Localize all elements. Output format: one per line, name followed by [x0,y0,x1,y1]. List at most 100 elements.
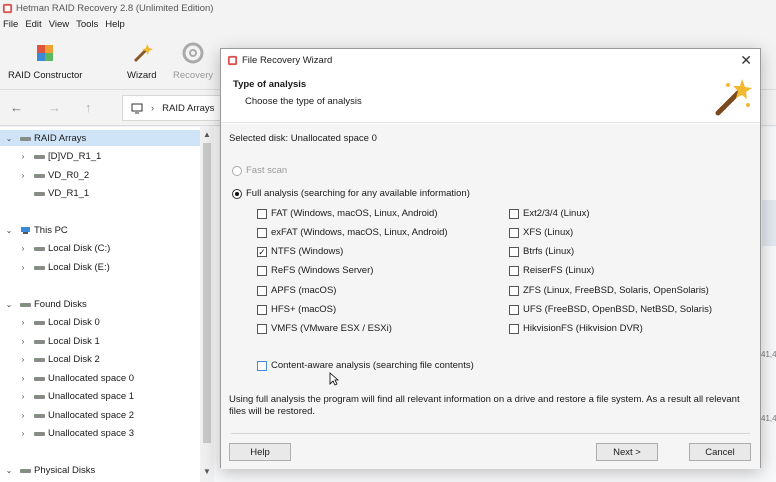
tree-item[interactable]: › Unallocated space 3 [0,425,200,441]
chevron-down-icon[interactable]: ⌄ [4,466,14,475]
wizard-button[interactable]: Wizard [127,42,157,81]
filesystem-label[interactable]: UFS (FreeBSD, OpenBSD, NetBSD, Solaris) [523,304,712,315]
drive-icon [34,339,45,344]
filesystem-checkbox[interactable]: ✓ [257,247,267,257]
raid-constructor-button[interactable]: RAID Constructor [8,42,82,81]
filesystem-checkbox[interactable] [509,324,519,334]
scroll-down-icon[interactable]: ▼ [201,467,213,476]
filesystem-label[interactable]: FAT (Windows, macOS, Linux, Android) [271,208,438,219]
full-analysis-radio[interactable] [232,189,242,199]
content-aware-label[interactable]: Content-aware analysis (searching file c… [271,360,474,371]
menu-view[interactable]: View [49,19,69,30]
chevron-right-icon[interactable]: › [18,171,28,180]
filesystem-checkbox[interactable] [257,324,267,334]
filesystem-checkbox[interactable] [257,286,267,296]
tree-item[interactable]: ⌄ RAID Arrays [0,130,200,146]
breadcrumb[interactable]: › RAID Arrays [122,95,232,121]
chevron-right-icon[interactable]: › [18,374,28,383]
tree-item[interactable]: ⌄ Found Disks [0,296,200,312]
tree-item[interactable]: › VD_R0_2 [0,167,200,183]
menu-tools[interactable]: Tools [76,19,98,30]
filesystem-checkbox[interactable] [257,209,267,219]
app-logo-icon [227,55,238,65]
recovery-button[interactable]: Recovery [173,42,213,81]
help-button[interactable]: Help [229,443,291,461]
filesystem-label[interactable]: HikvisionFS (Hikvision DVR) [523,323,643,334]
chevron-right-icon[interactable]: › [18,337,28,346]
close-icon[interactable]: ✕ [740,52,752,69]
chevron-down-icon[interactable]: ⌄ [4,134,14,143]
filesystem-label[interactable]: NTFS (Windows) [271,246,343,257]
filesystem-checkbox[interactable] [257,266,267,276]
filesystem-checkbox[interactable] [509,286,519,296]
disk-tree: ⌄ RAID Arrays › [D]VD_R1_1 › VD_R0_2 VD_R1_1 ⌄ T… [0,127,200,482]
tree-item[interactable]: › Unallocated space 0 [0,370,200,386]
tree-item[interactable]: › Unallocated space 2 [0,407,200,423]
drive-icon [34,431,45,436]
chevron-right-icon[interactable]: › [18,263,28,272]
menu-edit[interactable]: Edit [25,19,41,30]
tree-item[interactable]: › Local Disk (E:) [0,259,200,275]
tree-item[interactable]: › Local Disk 2 [0,351,200,367]
chevron-down-icon[interactable]: ⌄ [4,300,14,309]
breadcrumb-item[interactable]: RAID Arrays [162,103,214,114]
filesystem-checkbox[interactable] [257,228,267,238]
chevron-right-icon[interactable]: › [18,244,28,253]
filesystem-checkbox[interactable] [509,266,519,276]
dialog-body: Selected disk: Unallocated space 0 Fast … [221,124,760,429]
drive-icon [34,191,45,196]
cancel-button[interactable]: Cancel [689,443,751,461]
chevron-right-icon[interactable]: › [18,429,28,438]
chevron-right-icon[interactable]: › [18,411,28,420]
filesystem-label[interactable]: ZFS (Linux, FreeBSD, Solaris, OpenSolari… [523,285,709,296]
tree-item[interactable]: › Local Disk 1 [0,333,200,349]
filesystem-checkbox[interactable] [509,247,519,257]
filesystem-label[interactable]: HFS+ (macOS) [271,304,336,315]
filesystem-label[interactable]: ReiserFS (Linux) [523,265,594,276]
filesystem-label[interactable]: exFAT (Windows, macOS, Linux, Android) [271,227,448,238]
tree-item[interactable]: ⌄ This PC [0,222,200,238]
tree-item-label: Local Disk 2 [48,353,100,365]
dialog-title-bar: File Recovery Wizard ✕ [221,49,760,71]
forward-arrow-icon[interactable]: → [48,100,61,115]
filesystem-label[interactable]: XFS (Linux) [523,227,573,238]
tree-item[interactable]: › Local Disk (C:) [0,240,200,256]
tree-item-label: Local Disk (E:) [48,261,110,273]
content-aware-checkbox[interactable] [257,361,267,371]
tree-item[interactable]: › Local Disk 0 [0,314,200,330]
tree-item[interactable]: VD_R1_1 [0,185,200,201]
fast-scan-label[interactable]: Fast scan [246,165,287,176]
scroll-up-icon[interactable]: ▲ [201,130,213,139]
drive-icon [34,357,45,362]
chevron-right-icon[interactable]: › [18,152,28,161]
tree-item-label: RAID Arrays [34,132,87,144]
up-arrow-icon[interactable]: ↑ [85,100,92,115]
menu-help[interactable]: Help [105,19,125,30]
tree-item-label: This PC [34,224,68,236]
filesystem-checkbox[interactable] [509,228,519,238]
full-analysis-label[interactable]: Full analysis (searching for any availab… [246,188,470,199]
menu-file[interactable]: File [3,19,18,30]
tree-item[interactable]: › Unallocated space 1 [0,388,200,404]
filesystem-checkbox[interactable] [509,305,519,315]
chevron-right-icon[interactable]: › [18,318,28,327]
filesystem-checkbox[interactable] [257,305,267,315]
fast-scan-radio[interactable] [232,166,242,176]
filesystem-label[interactable]: APFS (macOS) [271,285,336,296]
filesystem-label[interactable]: Btrfs (Linux) [523,246,574,257]
chevron-right-icon[interactable]: › [18,355,28,364]
tree-item[interactable]: › [D]VD_R1_1 [0,148,200,164]
next-button[interactable]: Next > [596,443,658,461]
back-arrow-icon[interactable]: ← [10,100,23,115]
tree-scrollbar[interactable]: ▲ ▼ [201,127,213,482]
filesystem-checkbox[interactable] [509,209,519,219]
tree-item[interactable]: ⌄ Physical Disks [0,462,200,478]
scrollbar-thumb[interactable] [203,143,211,443]
size-fragment: 41,4 [761,414,776,423]
filesystem-label[interactable]: ReFS (Windows Server) [271,265,373,276]
filesystem-label[interactable]: VMFS (VMware ESX / ESXi) [271,323,392,334]
chevron-down-icon[interactable]: ⌄ [4,226,14,235]
filesystem-label[interactable]: Ext2/3/4 (Linux) [523,208,590,219]
header-title: Type of analysis [233,79,307,90]
chevron-right-icon[interactable]: › [18,392,28,401]
